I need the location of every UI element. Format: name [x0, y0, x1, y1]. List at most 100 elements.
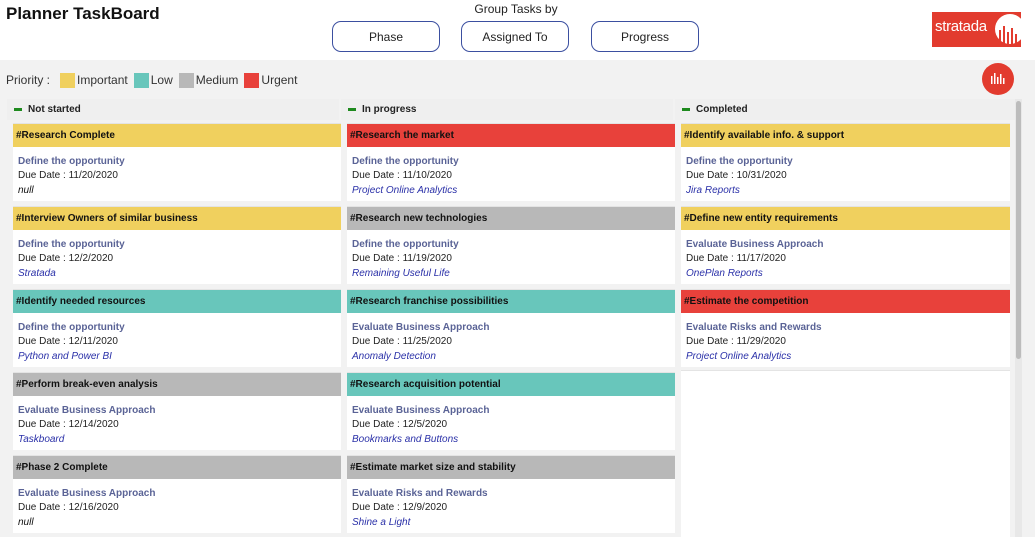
task-bucket: Shine a Light	[352, 517, 411, 528]
legend-low-label: Low	[150, 73, 173, 87]
group-by-progress-button[interactable]: Progress	[591, 21, 699, 52]
task-due-date: Due Date : 12/14/2020	[18, 419, 119, 430]
task-due-date: Due Date : 11/29/2020	[686, 336, 786, 347]
column-title: Completed	[696, 104, 748, 115]
priority-label: Priority :	[6, 73, 51, 87]
empty-card-area	[681, 370, 1010, 537]
task-title: #Estimate the competition	[681, 290, 1010, 313]
taskboard-app: Planner TaskBoard Group Tasks by Phase A…	[0, 0, 1035, 537]
task-bucket: Jira Reports	[686, 185, 740, 196]
stratada-logo: stratada	[932, 12, 1021, 47]
task-card[interactable]: #Perform break-even analysis Evaluate Bu…	[13, 372, 342, 450]
task-card[interactable]: #Interview Owners of similar business De…	[13, 206, 342, 284]
task-bucket: Stratada	[18, 268, 56, 279]
column-in-progress: In progress #Research the market Define …	[341, 99, 676, 537]
legend-important: Important	[60, 72, 128, 88]
task-phase: Evaluate Risks and Rewards	[352, 488, 488, 499]
board-scrollbar[interactable]	[1015, 99, 1022, 537]
task-phase: Evaluate Business Approach	[18, 488, 156, 499]
task-card[interactable]: #Phase 2 Complete Evaluate Business Appr…	[13, 455, 342, 533]
task-phase: Define the opportunity	[18, 239, 125, 250]
task-title: #Identify needed resources	[13, 290, 342, 313]
task-due-date: Due Date : 12/11/2020	[18, 336, 118, 347]
task-phase: Define the opportunity	[352, 156, 459, 167]
task-card[interactable]: #Research Complete Define the opportunit…	[13, 123, 342, 201]
task-due-date: Due Date : 12/2/2020	[18, 253, 114, 264]
task-bucket: Anomaly Detection	[352, 351, 436, 362]
task-title: #Research Complete	[13, 124, 342, 147]
legend-medium: Medium	[178, 72, 238, 88]
task-phase: Evaluate Business Approach	[18, 405, 156, 416]
header: Planner TaskBoard Group Tasks by Phase A…	[0, 0, 1035, 60]
task-title: #Research the market	[347, 124, 676, 147]
task-bucket: Python and Power BI	[18, 351, 112, 362]
scrollbar-thumb[interactable]	[1016, 101, 1021, 359]
task-due-date: Due Date : 12/9/2020	[352, 502, 448, 513]
task-phase: Evaluate Business Approach	[352, 405, 490, 416]
stratada-badge-icon	[982, 63, 1014, 95]
group-tasks-label: Group Tasks by	[474, 2, 558, 16]
badge-bars-icon	[991, 73, 1005, 84]
task-due-date: Due Date : 11/20/2020	[18, 170, 118, 181]
task-phase: Evaluate Risks and Rewards	[686, 322, 822, 333]
task-card[interactable]: #Identify needed resources Define the op…	[13, 289, 342, 367]
task-phase: Define the opportunity	[18, 322, 125, 333]
task-bucket: Taskboard	[18, 434, 65, 445]
task-board: Not started #Research Complete Define th…	[7, 99, 1022, 537]
legend-urgent-label: Urgent	[261, 73, 298, 87]
column-not-started: Not started #Research Complete Define th…	[7, 99, 342, 537]
task-title: #Phase 2 Complete	[13, 456, 342, 479]
group-by-assigned-button[interactable]: Assigned To	[461, 21, 569, 52]
urgent-swatch	[244, 72, 260, 88]
task-phase: Define the opportunity	[686, 156, 793, 167]
task-card[interactable]: #Define new entity requirements Evaluate…	[681, 206, 1010, 284]
collapse-icon[interactable]	[682, 108, 690, 111]
column-title: Not started	[28, 104, 81, 115]
task-bucket: null	[18, 185, 34, 196]
task-title: #Perform break-even analysis	[13, 373, 342, 396]
task-due-date: Due Date : 12/16/2020	[18, 502, 119, 513]
task-bucket: Bookmarks and Buttons	[352, 434, 459, 445]
collapse-icon[interactable]	[348, 108, 356, 111]
column-header: Completed	[675, 99, 1015, 120]
page-title: Planner TaskBoard	[6, 4, 160, 23]
task-card[interactable]: #Estimate the competition Evaluate Risks…	[681, 289, 1010, 367]
task-card[interactable]: #Research acquisition potential Evaluate…	[347, 372, 676, 450]
task-due-date: Due Date : 11/10/2020	[352, 170, 452, 181]
collapse-icon[interactable]	[14, 108, 22, 111]
column-header: Not started	[7, 99, 339, 120]
task-phase: Evaluate Business Approach	[686, 239, 824, 250]
task-title: #Identify available info. & support	[681, 124, 1010, 147]
task-card[interactable]: #Research new technologies Define the op…	[347, 206, 676, 284]
legend-urgent: Urgent	[244, 72, 298, 88]
group-by-phase-button[interactable]: Phase	[332, 21, 440, 52]
task-card[interactable]: #Identify available info. & support Defi…	[681, 123, 1010, 201]
task-phase: Define the opportunity	[18, 156, 125, 167]
task-title: #Research new technologies	[347, 207, 676, 230]
medium-swatch	[178, 72, 194, 88]
column-header: In progress	[341, 99, 673, 120]
task-title: #Research franchise possibilities	[347, 290, 676, 313]
important-swatch	[60, 72, 76, 88]
task-due-date: Due Date : 11/25/2020	[352, 336, 452, 347]
task-phase: Define the opportunity	[352, 239, 459, 250]
logo-bars-icon	[999, 26, 1017, 44]
task-phase: Evaluate Business Approach	[352, 322, 490, 333]
column-title: In progress	[362, 104, 417, 115]
task-title: #Estimate market size and stability	[347, 456, 676, 479]
task-title: #Research acquisition potential	[347, 373, 676, 396]
task-title: #Interview Owners of similar business	[13, 207, 342, 230]
task-card[interactable]: #Research the market Define the opportun…	[347, 123, 676, 201]
task-bucket: Project Online Analytics	[352, 185, 458, 196]
task-due-date: Due Date : 11/19/2020	[352, 253, 452, 264]
task-due-date: Due Date : 10/31/2020	[686, 170, 787, 181]
task-card[interactable]: #Estimate market size and stability Eval…	[347, 455, 676, 533]
task-title: #Define new entity requirements	[681, 207, 1010, 230]
task-card[interactable]: #Research franchise possibilities Evalua…	[347, 289, 676, 367]
column-completed: Completed #Identify available info. & su…	[675, 99, 1015, 537]
task-due-date: Due Date : 11/17/2020	[686, 253, 786, 264]
task-due-date: Due Date : 12/5/2020	[352, 419, 448, 430]
low-swatch	[133, 72, 149, 88]
priority-legend: Priority : Important Low Medium Urgent	[6, 72, 297, 88]
legend-important-label: Important	[77, 73, 128, 87]
